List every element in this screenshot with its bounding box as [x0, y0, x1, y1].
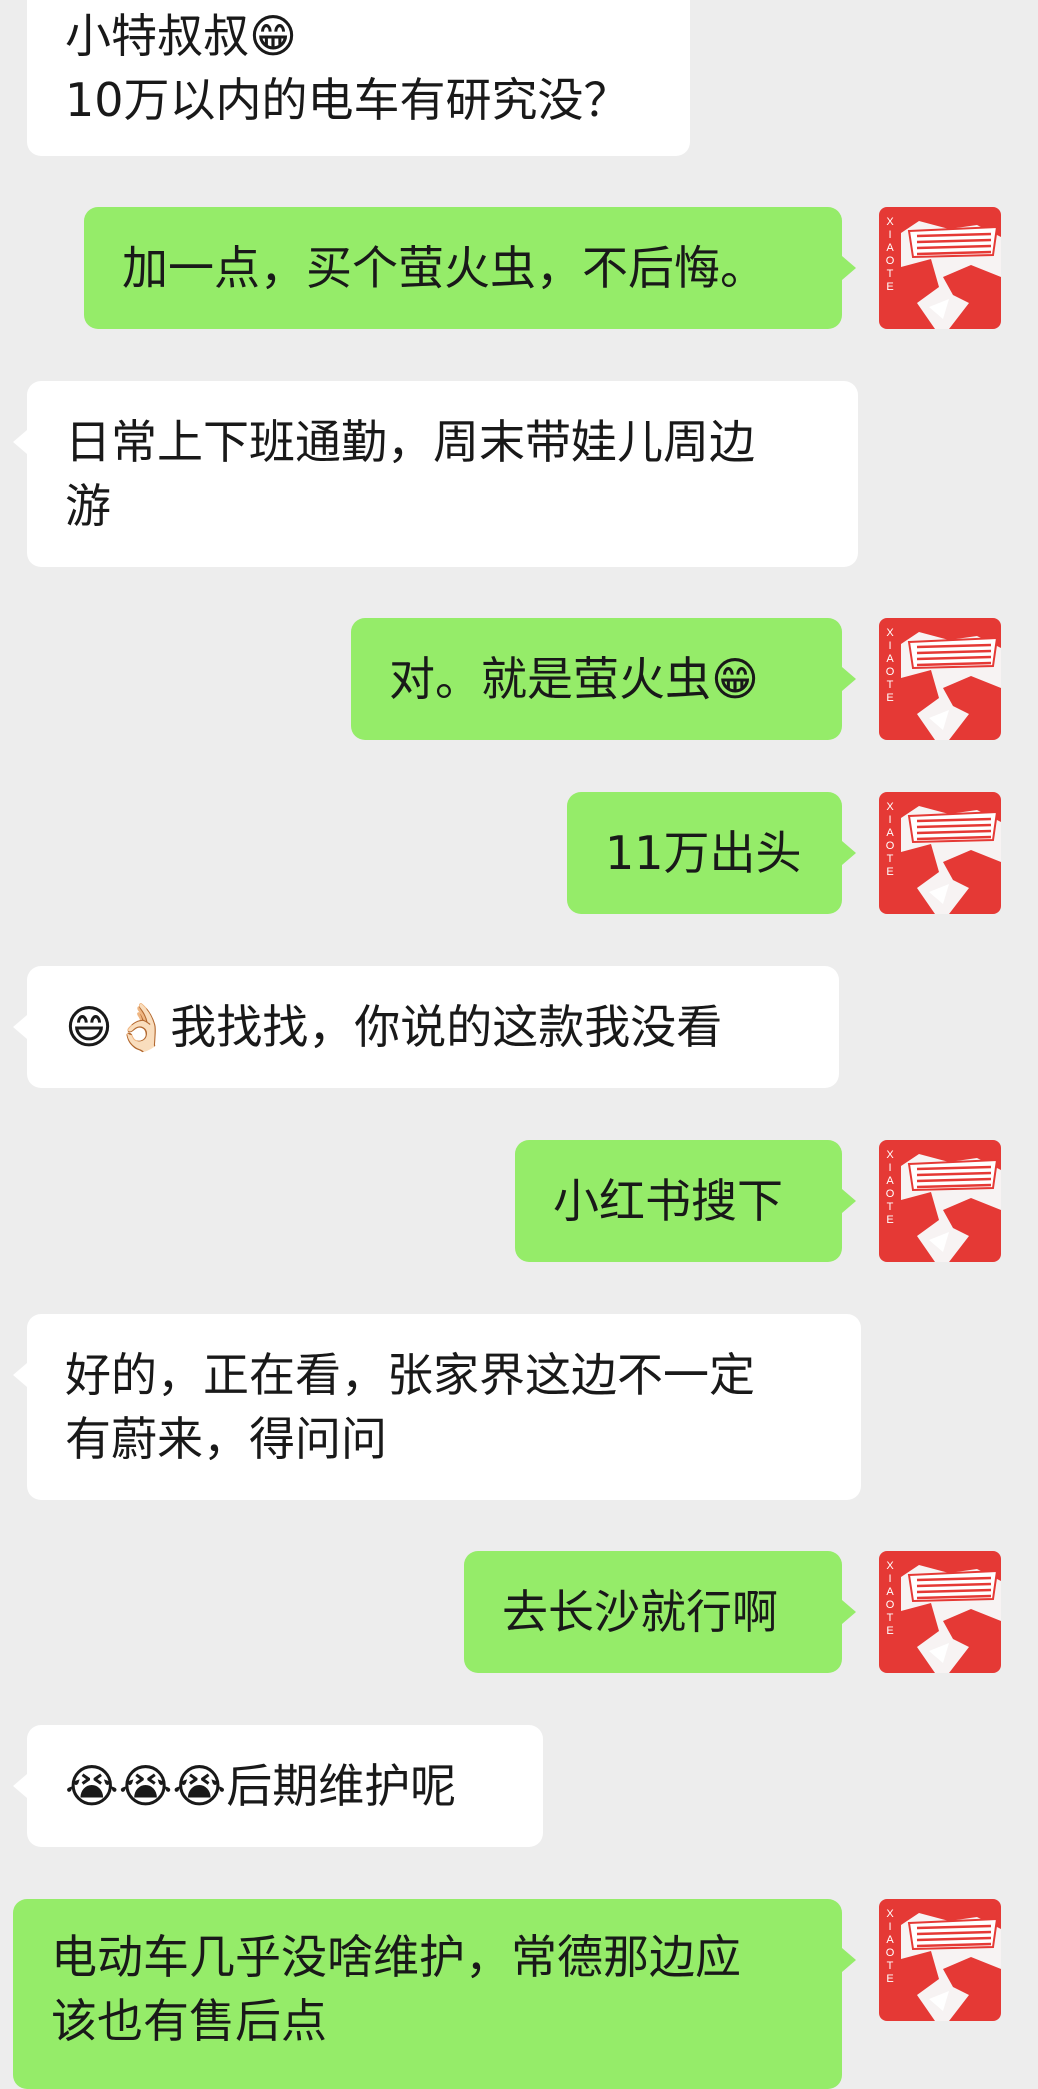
- svg-text:I: I: [888, 1921, 891, 1933]
- sunglasses-avatar-icon: XIAOTE: [879, 1140, 1001, 1262]
- svg-text:A: A: [886, 1586, 894, 1598]
- message-text: 😄👌🏻我找找，你说的这款我没看: [65, 1000, 723, 1054]
- message-text: 😭😭😭后期维护呢: [65, 1759, 457, 1813]
- svg-text:X: X: [886, 1560, 894, 1572]
- bubble-tail: [842, 667, 856, 691]
- svg-text:A: A: [886, 242, 894, 254]
- svg-text:T: T: [887, 1612, 894, 1624]
- svg-text:O: O: [886, 1947, 895, 1959]
- sunglasses-avatar-icon: XIAOTE: [879, 792, 1001, 914]
- svg-text:X: X: [886, 1908, 894, 1920]
- svg-text:E: E: [886, 1625, 893, 1637]
- user-avatar[interactable]: XIAOTE: [879, 618, 1001, 740]
- outgoing-message-bubble[interactable]: 去长沙就行啊: [464, 1551, 842, 1673]
- svg-text:X: X: [886, 801, 894, 813]
- message-text: 电动车几乎没啥维护，常德那边应 该也有售后点: [51, 1930, 741, 2048]
- bubble-tail: [13, 430, 27, 454]
- svg-text:X: X: [886, 1149, 894, 1161]
- message-text: 小特叔叔😁 10万以内的电车有研究没？: [65, 9, 630, 127]
- svg-text:O: O: [886, 666, 895, 678]
- svg-text:A: A: [886, 653, 894, 665]
- svg-text:I: I: [888, 229, 891, 241]
- bubble-tail: [842, 841, 856, 865]
- incoming-message-bubble[interactable]: 😭😭😭后期维护呢: [27, 1725, 543, 1847]
- svg-text:O: O: [886, 255, 895, 267]
- sunglasses-avatar-icon: XIAOTE: [879, 618, 1001, 740]
- message-text: 日常上下班通勤，周末带娃儿周边 游: [65, 415, 755, 533]
- svg-text:E: E: [886, 866, 893, 878]
- user-avatar[interactable]: XIAOTE: [879, 207, 1001, 329]
- svg-text:I: I: [888, 640, 891, 652]
- message-text: 去长沙就行啊: [502, 1585, 778, 1639]
- incoming-message-bubble[interactable]: 日常上下班通勤，周末带娃儿周边 游: [27, 381, 858, 567]
- svg-text:T: T: [887, 1960, 894, 1972]
- svg-text:T: T: [887, 853, 894, 865]
- incoming-message-bubble[interactable]: 😄👌🏻我找找，你说的这款我没看: [27, 966, 839, 1088]
- svg-text:T: T: [887, 679, 894, 691]
- bubble-tail: [13, 1015, 27, 1039]
- svg-text:I: I: [888, 814, 891, 826]
- message-text: 小红书搜下: [553, 1174, 783, 1228]
- outgoing-message-bubble[interactable]: 小红书搜下: [515, 1140, 842, 1262]
- svg-text:T: T: [887, 268, 894, 280]
- svg-text:E: E: [886, 692, 893, 704]
- incoming-message-bubble[interactable]: 小特叔叔😁 10万以内的电车有研究没？: [27, 0, 690, 156]
- user-avatar[interactable]: XIAOTE: [879, 1899, 1001, 2021]
- svg-text:O: O: [886, 840, 895, 852]
- outgoing-message-bubble[interactable]: 11万出头: [567, 792, 842, 914]
- bubble-tail: [13, 1363, 27, 1387]
- bubble-tail: [842, 1600, 856, 1624]
- svg-text:O: O: [886, 1599, 895, 1611]
- user-avatar[interactable]: XIAOTE: [879, 792, 1001, 914]
- outgoing-message-bubble[interactable]: 电动车几乎没啥维护，常德那边应 该也有售后点: [13, 1899, 842, 2089]
- svg-text:A: A: [886, 1175, 894, 1187]
- bubble-tail: [13, 1774, 27, 1798]
- sunglasses-avatar-icon: XIAOTE: [879, 1899, 1001, 2021]
- svg-text:I: I: [888, 1573, 891, 1585]
- svg-text:A: A: [886, 1934, 894, 1946]
- bubble-tail: [842, 1189, 856, 1213]
- message-text: 好的，正在看，张家界这边不一定 有蔚来，得问问: [65, 1348, 755, 1466]
- bubble-tail: [842, 256, 856, 280]
- svg-text:E: E: [886, 1973, 893, 1985]
- user-avatar[interactable]: XIAOTE: [879, 1140, 1001, 1262]
- svg-text:X: X: [886, 627, 894, 639]
- outgoing-message-bubble[interactable]: 对。就是萤火虫😁: [351, 618, 842, 740]
- svg-text:E: E: [886, 1214, 893, 1226]
- svg-text:A: A: [886, 827, 894, 839]
- message-text: 对。就是萤火虫😁: [389, 652, 759, 706]
- incoming-message-bubble[interactable]: 好的，正在看，张家界这边不一定 有蔚来，得问问: [27, 1314, 861, 1500]
- sunglasses-avatar-icon: XIAOTE: [879, 207, 1001, 329]
- svg-text:O: O: [886, 1188, 895, 1200]
- bubble-tail: [842, 1948, 856, 1972]
- svg-text:X: X: [886, 216, 894, 228]
- svg-text:T: T: [887, 1201, 894, 1213]
- svg-text:E: E: [886, 281, 893, 293]
- svg-text:I: I: [888, 1162, 891, 1174]
- user-avatar[interactable]: XIAOTE: [879, 1551, 1001, 1673]
- message-text: 加一点，买个萤火虫，不后悔。: [122, 241, 766, 295]
- sunglasses-avatar-icon: XIAOTE: [879, 1551, 1001, 1673]
- outgoing-message-bubble[interactable]: 加一点，买个萤火虫，不后悔。: [84, 207, 842, 329]
- message-text: 11万出头: [605, 826, 802, 880]
